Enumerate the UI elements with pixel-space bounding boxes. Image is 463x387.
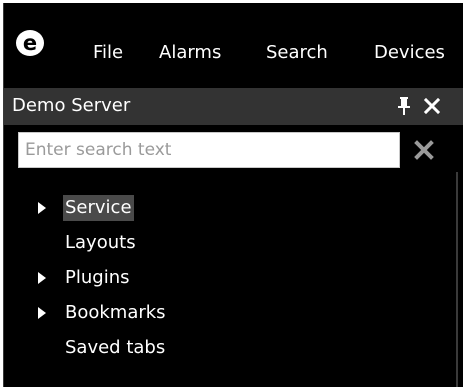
app-window: e File Alarms Search Devices Demo Server xyxy=(3,3,463,387)
panel-header: Demo Server xyxy=(4,88,463,125)
app-logo-icon[interactable]: e xyxy=(14,28,46,58)
clear-search-icon[interactable] xyxy=(414,140,434,160)
menu-item-alarms[interactable]: Alarms xyxy=(159,42,221,64)
menu-item-devices[interactable]: Devices xyxy=(374,42,445,64)
panel-divider xyxy=(456,172,458,387)
menu-bar: e File Alarms Search Devices xyxy=(4,3,463,83)
server-panel: Demo Server Servi xyxy=(4,88,463,387)
menu-item-search[interactable]: Search xyxy=(266,42,328,64)
close-icon[interactable] xyxy=(424,98,440,114)
expand-arrow-icon[interactable] xyxy=(38,202,46,214)
tree-item-label: Service xyxy=(63,195,134,221)
expand-arrow-icon[interactable] xyxy=(38,272,46,284)
pin-icon[interactable] xyxy=(397,97,411,115)
search-input[interactable] xyxy=(18,132,400,168)
panel-body: Service Layouts Plugins Bookmarks xyxy=(4,125,463,387)
tree-item-label: Bookmarks xyxy=(65,302,166,323)
tree-item-label: Layouts xyxy=(65,232,136,253)
panel-title: Demo Server xyxy=(12,95,131,116)
expand-arrow-icon[interactable] xyxy=(38,307,46,319)
menu-item-file[interactable]: File xyxy=(93,42,123,64)
tree-item-label: Saved tabs xyxy=(65,337,166,358)
tree-item-label: Plugins xyxy=(65,267,130,288)
app-logo-letter: e xyxy=(23,31,37,55)
